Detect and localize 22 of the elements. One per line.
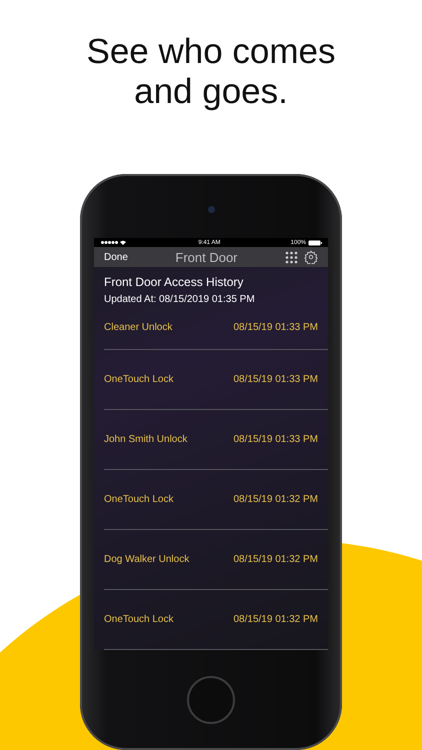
- event-time: 08/15/19 01:32 PM: [233, 494, 318, 505]
- event-time: 08/15/19 01:32 PM: [233, 614, 318, 625]
- event-name: Cleaner Unlock: [104, 322, 172, 332]
- event-name: OneTouch Lock: [104, 614, 174, 625]
- nav-title: Front Door: [174, 250, 239, 265]
- history-title: Front Door Access History: [104, 275, 244, 289]
- event-name: Dog Walker Unlock: [104, 554, 190, 565]
- updated-text: Updated At: 08/15/2019 01:35 PM: [104, 294, 256, 305]
- headline: See who comes and goes.: [86, 32, 336, 112]
- event-time: 08/15/19 01:33 PM: [233, 322, 318, 332]
- signal-icon: [100, 240, 128, 246]
- event-name: OneTouch Lock: [104, 374, 174, 385]
- event-time: 08/15/19 01:32 PM: [233, 554, 318, 565]
- done-button[interactable]: Done: [104, 252, 128, 263]
- settings-icon[interactable]: [304, 250, 318, 264]
- battery-icon: [308, 240, 322, 246]
- event-name: OneTouch Lock: [104, 494, 174, 505]
- grid-icon[interactable]: [285, 250, 298, 264]
- event-time: 08/15/19 01:33 PM: [233, 374, 318, 385]
- camera-icon: [208, 206, 214, 212]
- event-time: 08/15/19 01:33 PM: [233, 434, 318, 445]
- event-name: John Smith Unlock: [104, 434, 188, 445]
